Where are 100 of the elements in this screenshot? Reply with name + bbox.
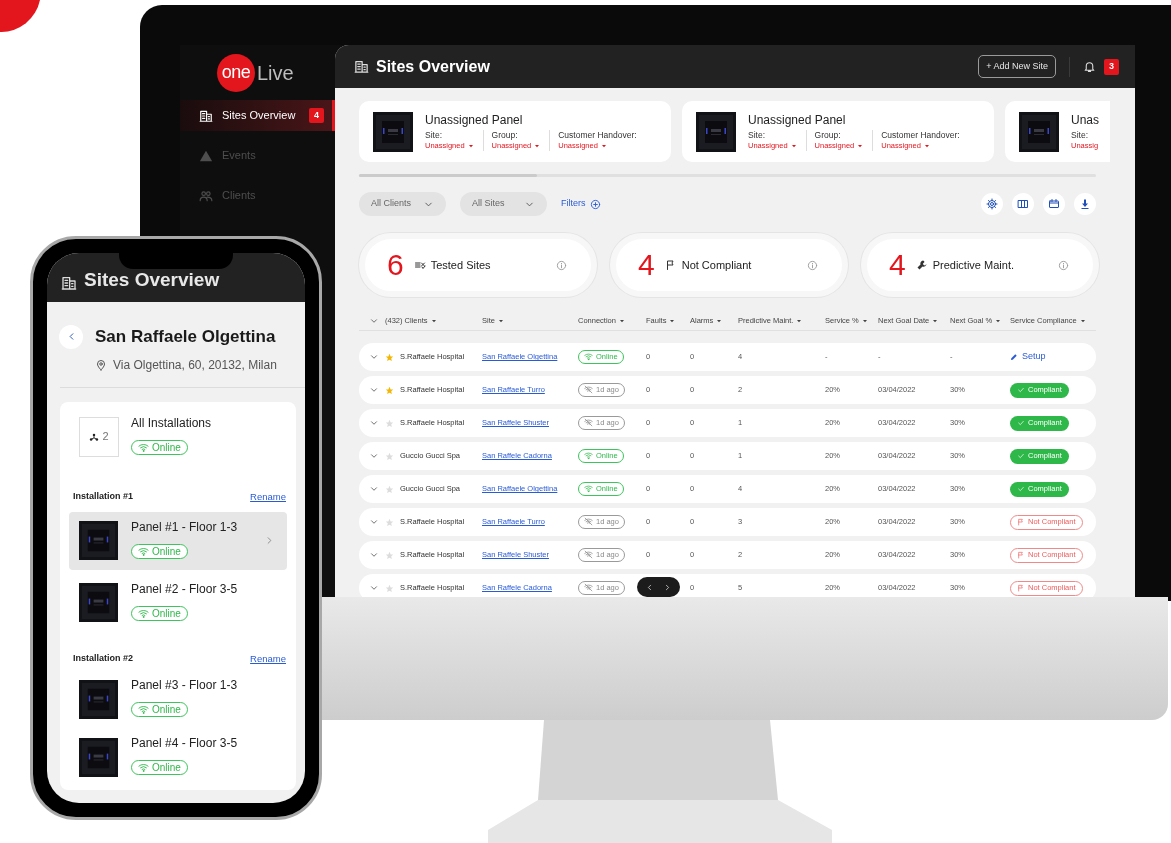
page-title: Sites Overview <box>376 56 490 77</box>
page-title: Sites Overview <box>84 267 220 292</box>
star-icon[interactable] <box>385 583 394 593</box>
panel-list-item[interactable]: Panel #1 - Floor 1-3 Online <box>69 511 287 570</box>
sidebar-item[interactable]: Sites Overview 4 <box>180 100 335 131</box>
rename-link[interactable]: Rename <box>250 489 286 504</box>
columns-icon <box>1017 198 1029 210</box>
filters-link[interactable]: Filters <box>561 197 601 211</box>
add-site-button[interactable]: + Add New Site <box>978 55 1056 78</box>
panel-name: Panel #2 - Floor 3-5 <box>131 580 238 598</box>
star-icon[interactable] <box>385 550 394 560</box>
panel-title: Unassigned Panel <box>748 112 847 127</box>
info-icon[interactable] <box>807 259 818 271</box>
info-icon[interactable] <box>1058 259 1069 271</box>
field-label: Group: <box>491 129 519 141</box>
star-icon[interactable] <box>385 352 394 362</box>
field-label: Site: <box>1071 129 1089 141</box>
section-title: Installation #1 <box>73 489 134 503</box>
toolbar-button[interactable] <box>1012 193 1034 215</box>
info-icon[interactable] <box>556 259 567 271</box>
star-icon[interactable] <box>385 517 394 527</box>
status-badge: Online <box>131 760 188 775</box>
wifi-icon <box>138 762 149 773</box>
installation-count: 2 <box>79 416 119 457</box>
stat-card[interactable]: 4 Predictive Maint. <box>861 233 1099 297</box>
check-icon <box>1017 452 1025 460</box>
site-address: Via Olgettina, 60, 20132, Milan <box>113 356 277 374</box>
wrench-icon <box>915 259 928 271</box>
chevron-down-icon[interactable] <box>369 451 379 461</box>
people-icon <box>199 188 213 203</box>
site-title: San Raffaele Olgettina <box>95 326 276 348</box>
status-badge: Online <box>131 702 188 717</box>
download-icon <box>1079 198 1091 210</box>
logo-badge: one <box>217 53 255 92</box>
stat-value: 4 <box>638 250 655 280</box>
star-icon[interactable] <box>385 484 394 494</box>
wifi-icon <box>584 451 593 461</box>
panel-title: Unas <box>1071 112 1099 127</box>
field-label: Customer Handover: <box>881 129 960 141</box>
plus-circle-icon <box>589 198 601 210</box>
wifi-off-icon <box>584 517 593 527</box>
star-icon[interactable] <box>385 385 394 395</box>
panel-name: Panel #3 - Floor 1-3 <box>131 677 238 694</box>
summary-label: All Installations <box>131 414 212 432</box>
chevron-down-icon[interactable] <box>369 583 379 593</box>
stat-value: 4 <box>889 250 906 280</box>
building-icon <box>199 108 213 123</box>
panel-name: Panel #1 - Floor 1-3 <box>131 518 238 536</box>
panel-list-item[interactable]: Panel #3 - Floor 1-3 Online <box>69 674 287 724</box>
wifi-off-icon <box>584 550 593 560</box>
panel-list-item[interactable]: Panel #4 - Floor 3-5 Online <box>69 732 287 782</box>
chevron-down-icon[interactable] <box>369 352 379 362</box>
logo-text: Live <box>257 60 294 86</box>
flag-icon <box>1017 518 1025 526</box>
wifi-off-icon <box>584 418 593 428</box>
toolbar-button[interactable] <box>1074 193 1096 215</box>
star-icon[interactable] <box>385 418 394 428</box>
stat-label: Tested Sites <box>430 257 491 273</box>
wifi-icon <box>138 441 149 453</box>
stat-value: 6 <box>387 250 404 280</box>
filter-dropdown[interactable]: All Clients <box>359 192 446 216</box>
wifi-icon <box>138 704 149 715</box>
field-label: Site: <box>425 129 443 141</box>
chevron-down-icon[interactable] <box>369 418 379 428</box>
building-icon <box>354 59 369 74</box>
building-icon <box>61 275 77 291</box>
check-icon <box>1017 419 1025 427</box>
chevron-down-icon[interactable] <box>369 484 379 494</box>
stat-card[interactable]: 4 Not Compliant <box>610 233 848 297</box>
chevron-down-icon[interactable] <box>369 385 379 395</box>
check-icon <box>1017 485 1025 493</box>
panel-title: Unassigned Panel <box>425 112 524 127</box>
bell-icon[interactable] <box>1083 60 1096 73</box>
wifi-off-icon <box>584 583 593 593</box>
notification-badge: 3 <box>1104 58 1119 75</box>
status-badge: Online <box>131 439 188 455</box>
settings-icon <box>986 198 998 210</box>
stat-card[interactable]: 6 Tested Sites <box>359 233 597 297</box>
toolbar-button[interactable] <box>981 193 1003 215</box>
chevron-down-icon[interactable] <box>369 550 379 560</box>
flag-icon <box>1017 551 1025 559</box>
filter-dropdown[interactable]: All Sites <box>460 192 547 216</box>
field-label: Group: <box>814 129 842 141</box>
wifi-icon <box>584 484 593 494</box>
wifi-icon <box>584 352 593 362</box>
star-icon[interactable] <box>385 451 394 461</box>
list-check-icon <box>413 259 426 271</box>
wifi-off-icon <box>584 385 593 395</box>
setup-link[interactable]: Setup <box>1010 350 1046 364</box>
panel-list-item[interactable]: Panel #2 - Floor 3-5 Online <box>69 577 287 628</box>
flag-icon <box>1017 584 1025 592</box>
rename-link[interactable]: Rename <box>250 651 286 666</box>
status-badge: Online <box>131 543 188 559</box>
location-pin-icon <box>95 358 107 371</box>
field-label: Customer Handover: <box>558 129 637 141</box>
wifi-icon <box>138 607 149 619</box>
pencil-icon <box>1010 353 1018 361</box>
status-badge: Online <box>131 605 188 621</box>
toolbar-button[interactable] <box>1043 193 1065 215</box>
chevron-down-icon[interactable] <box>369 517 379 527</box>
